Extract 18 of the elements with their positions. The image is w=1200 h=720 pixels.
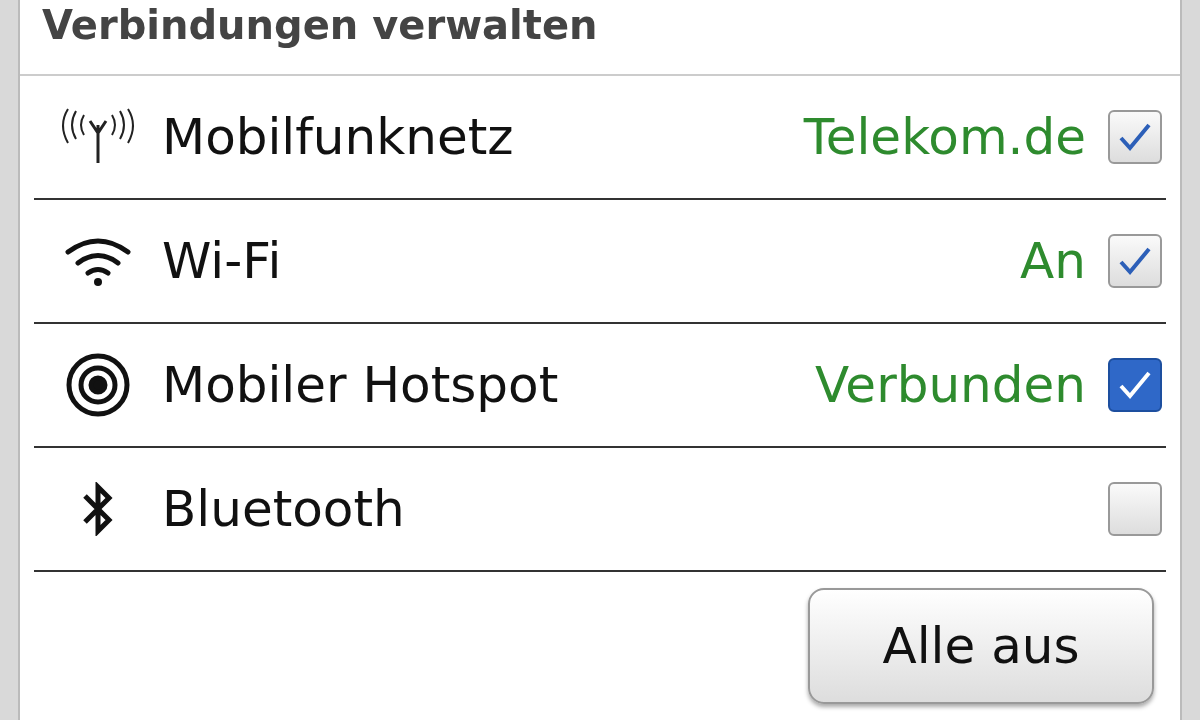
connection-status: Verbunden	[815, 356, 1086, 414]
checkmark-icon	[1118, 370, 1152, 400]
connection-name: Bluetooth	[162, 480, 406, 538]
checkbox[interactable]	[1108, 358, 1162, 412]
checkbox[interactable]	[1108, 482, 1162, 536]
section-title: Verbindungen verwalten	[42, 2, 598, 48]
connection-name: Wi-Fi	[162, 232, 283, 290]
bluetooth-icon	[81, 482, 115, 536]
connection-name: Mobiler Hotspot	[162, 356, 560, 414]
checkmark-icon	[1118, 246, 1152, 276]
connection-status: Telekom.de	[803, 108, 1086, 166]
checkmark-icon	[1118, 122, 1152, 152]
connection-name: Mobilfunknetz	[162, 108, 515, 166]
target-icon	[65, 352, 131, 418]
checkbox[interactable]	[1108, 110, 1162, 164]
connection-status: An	[1020, 232, 1086, 290]
checkbox[interactable]	[1108, 234, 1162, 288]
all-off-button[interactable]: Alle aus	[808, 588, 1154, 704]
